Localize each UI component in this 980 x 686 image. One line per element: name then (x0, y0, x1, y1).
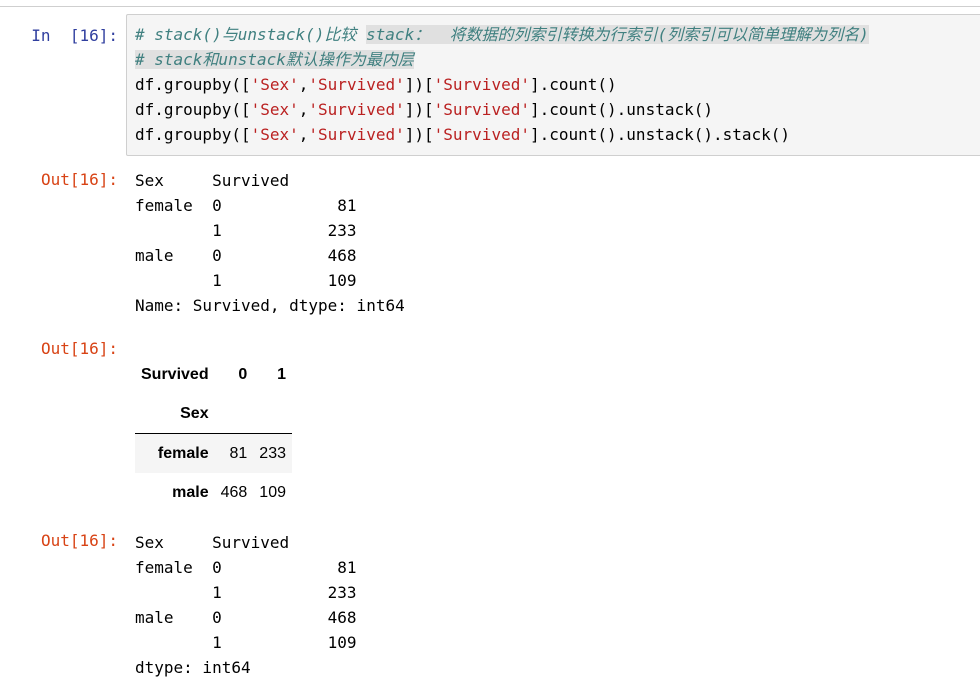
string-token: 'Sex' (250, 125, 299, 144)
code-token: df.groupby([ (135, 100, 251, 119)
row-index: female (157, 444, 209, 462)
output-line: female 0 81 (135, 196, 357, 215)
table-cell: 81 (229, 444, 248, 462)
code-token: ].count().unstack().stack() (529, 125, 791, 144)
string-token: 'Survived' (308, 125, 405, 144)
output-line: male 0 468 (135, 608, 357, 627)
output-line: Sex Survived (135, 533, 290, 552)
table-cell: 233 (259, 444, 286, 462)
comment-token: stack： 将数据的列索引转换为行索引(列索引可以简单理解为列名) (366, 25, 869, 44)
comment-token: # stack和unstack默认操作为最内层 (135, 50, 414, 69)
dataframe-index-name-row: Sex (135, 394, 292, 434)
code-line[interactable]: df.groupby(['Sex','Survived'])['Survived… (135, 122, 790, 147)
row-index: male (172, 483, 209, 501)
dataframe-table: Survived 0 1 Sex female 81 233 male 468 … (135, 355, 292, 512)
code-input-area[interactable]: # stack()与unstack()比较 stack： 将数据的列索引转换为行… (126, 14, 980, 156)
string-token: 'Survived' (433, 125, 530, 144)
string-token: 'Survived' (308, 100, 405, 119)
comment-token: # stack()与unstack()比较 (135, 25, 367, 44)
column-header: 0 (238, 365, 248, 383)
output-prompt-2: Out[16]: (40, 339, 118, 358)
string-token: 'Survived' (433, 75, 530, 94)
output-line: male 0 468 (135, 246, 357, 265)
table-cell: 468 (220, 483, 248, 501)
string-token: 'Survived' (433, 100, 530, 119)
code-token: ])[ (404, 125, 434, 144)
code-token: ].count() (529, 75, 617, 94)
output-line: 1 109 (135, 633, 357, 652)
output-line: 1 233 (135, 221, 357, 240)
output-line: 1 109 (135, 271, 357, 290)
code-token: , (298, 75, 309, 94)
output-prompt-1: Out[16]: (40, 170, 118, 189)
code-token: ].count().unstack() (529, 100, 713, 119)
code-line[interactable]: df.groupby(['Sex','Survived'])['Survived… (135, 72, 617, 97)
code-line[interactable]: # stack和unstack默认操作为最内层 (135, 47, 414, 72)
code-token: ])[ (404, 100, 434, 119)
table-row: male 468 109 (135, 473, 292, 512)
series-output-1: Sex Survived female 0 81 1 233 male 0 468 … (135, 168, 405, 318)
string-token: 'Sex' (250, 75, 299, 94)
code-token: ])[ (404, 75, 434, 94)
output-line: dtype: int64 (135, 658, 251, 677)
column-header: 1 (277, 365, 286, 383)
output-line: Name: Survived, dtype: int64 (135, 296, 405, 315)
table-cell: 109 (259, 483, 286, 501)
output-line: female 0 81 (135, 558, 357, 577)
input-prompt: In [16]: (31, 26, 118, 45)
dataframe-output: Survived 0 1 Sex female 81 233 male 468 … (135, 355, 335, 512)
series-output-3: Sex Survived female 0 81 1 233 male 0 468 … (135, 530, 357, 680)
table-row: female 81 233 (135, 433, 292, 473)
code-token: df.groupby([ (135, 125, 251, 144)
notebook-page: In [16]: # stack()与unstack()比较 stack： 将数… (0, 0, 980, 686)
output-prompt-3: Out[16]: (40, 531, 118, 550)
dataframe-header-row: Survived 0 1 (135, 355, 292, 394)
cell-divider (0, 6, 980, 7)
code-token: df.groupby([ (135, 75, 251, 94)
output-line: Sex Survived (135, 171, 290, 190)
output-line: 1 233 (135, 583, 357, 602)
code-line[interactable]: # stack()与unstack()比较 stack： 将数据的列索引转换为行… (135, 22, 869, 47)
columns-name: Survived (141, 365, 209, 383)
index-name: Sex (135, 394, 215, 434)
code-line[interactable]: df.groupby(['Sex','Survived'])['Survived… (135, 97, 713, 122)
string-token: 'Survived' (308, 75, 405, 94)
string-token: 'Sex' (250, 100, 299, 119)
code-token: , (298, 100, 309, 119)
code-token: , (298, 125, 309, 144)
